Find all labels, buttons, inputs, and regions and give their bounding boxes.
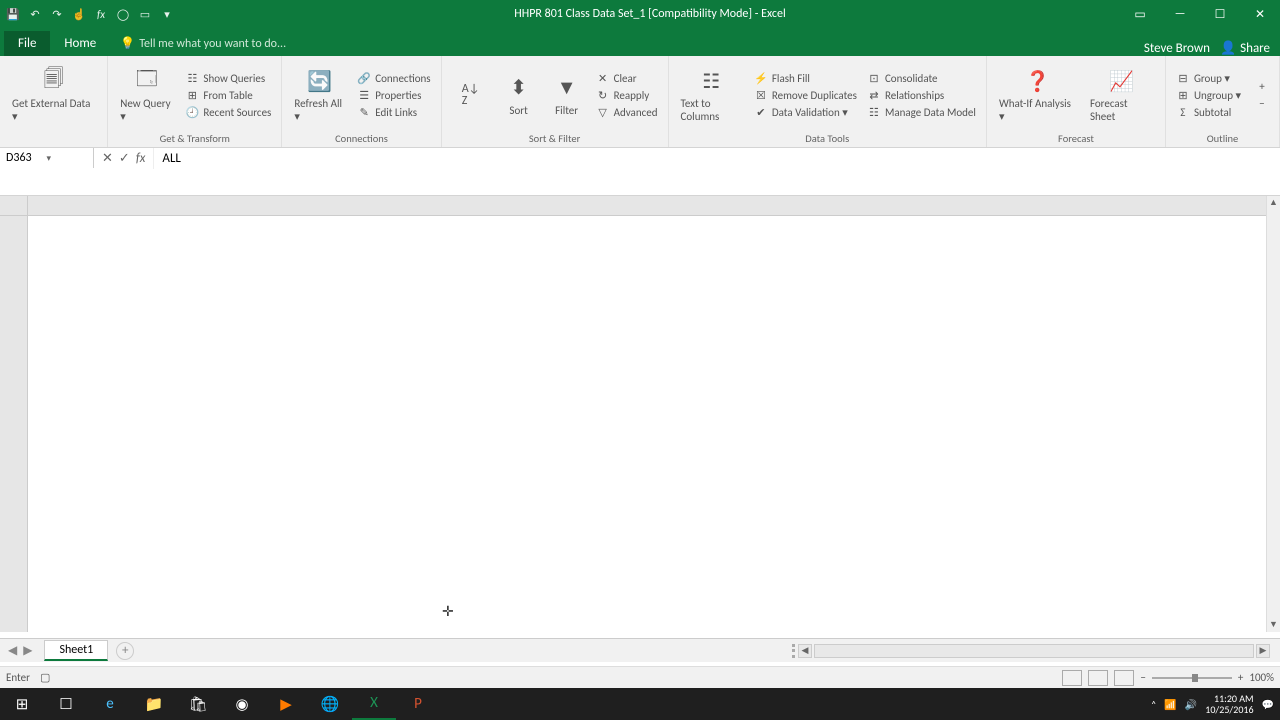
notifications-icon[interactable]: 💬 [1262, 698, 1274, 711]
show-detail-button[interactable]: + [1251, 79, 1273, 95]
mode-indicator: Enter [6, 671, 30, 684]
next-sheet-icon[interactable]: ▶ [23, 643, 32, 658]
manage-data-model-button[interactable]: ☷Manage Data Model [863, 104, 980, 120]
tray-up-icon[interactable]: ˄ [1151, 698, 1156, 711]
task-view-icon[interactable]: ☐ [44, 688, 88, 720]
sheet-tab-sheet1[interactable]: Sheet1 [44, 640, 108, 661]
from-table-button[interactable]: ⊞From Table [181, 87, 275, 103]
cancel-formula-icon[interactable]: ✕ [102, 151, 113, 166]
user-name[interactable]: Steve Brown [1144, 41, 1210, 56]
zoom-level[interactable]: 100% [1249, 671, 1274, 684]
remove-duplicates-button[interactable]: ☒Remove Duplicates [750, 87, 861, 103]
excel-taskbar-icon[interactable]: X [352, 688, 396, 720]
tab-file[interactable]: File [4, 31, 50, 56]
zoom-out-button[interactable]: − [1140, 671, 1145, 684]
group-button[interactable]: ⊟Group ▾ [1172, 70, 1245, 86]
enter-formula-icon[interactable]: ✓ [119, 151, 130, 166]
fx-button-icon[interactable]: fx [136, 151, 146, 166]
normal-view-button[interactable] [1062, 670, 1082, 686]
minimize-icon[interactable]: — [1160, 0, 1200, 28]
text-to-columns-button[interactable]: ☷Text to Columns [675, 65, 748, 125]
properties-button[interactable]: ☰Properties [353, 87, 434, 103]
touch-mode-icon[interactable]: ☝ [72, 7, 86, 21]
ungroup-button[interactable]: ⊞Ungroup ▾ [1172, 87, 1245, 103]
form-icon[interactable]: ▭ [138, 7, 152, 21]
sheet-tabs: ◀▶ Sheet1 + ◀▶ [0, 638, 1280, 662]
share-button[interactable]: 👤 Share [1220, 41, 1270, 56]
select-all-corner[interactable] [0, 196, 28, 216]
redo-icon[interactable]: ↷ [50, 7, 64, 21]
store-icon[interactable]: 🛍 [176, 688, 220, 720]
relationships-button[interactable]: ⇄Relationships [863, 87, 980, 103]
add-sheet-button[interactable]: + [116, 642, 134, 660]
column-headers[interactable] [28, 196, 1266, 216]
data-validation-button[interactable]: ✔Data Validation ▾ [750, 104, 861, 120]
spreadsheet-grid[interactable]: ▲ ▼ [0, 196, 1280, 632]
recent-sources-button[interactable]: 🕘Recent Sources [181, 104, 275, 120]
system-clock[interactable]: 11:20 AM10/25/2016 [1205, 693, 1253, 715]
subtotal-button[interactable]: ΣSubtotal [1172, 104, 1245, 120]
sort-az-button[interactable]: A↓Z [448, 79, 494, 111]
name-box[interactable]: D363▾ [0, 148, 94, 168]
tell-me-search[interactable]: 💡 Tell me what you want to do... [110, 31, 1144, 56]
macro-record-icon[interactable]: ▢ [40, 671, 50, 684]
ribbon-options-icon[interactable]: ▭ [1120, 0, 1160, 28]
reapply-button[interactable]: ↻Reapply [592, 87, 662, 103]
new-query-button[interactable]: 🗔New Query ▾ [114, 65, 179, 125]
save-icon[interactable]: 💾 [6, 7, 20, 21]
file-explorer-icon[interactable]: 📁 [132, 688, 176, 720]
windows-taskbar: ⊞ ☐ e 📁 🛍 ◉ ▶ 🌐 X P ˄ 📶 🔊 11:20 AM10/25/… [0, 688, 1280, 720]
qat-more-icon[interactable]: ▾ [160, 7, 174, 21]
get-external-data-button[interactable]: 🗐Get External Data ▾ [6, 65, 101, 125]
vertical-scrollbar[interactable]: ▲ ▼ [1266, 196, 1280, 632]
window-title: HHPR 801 Class Data Set_1 [Compatibility… [180, 7, 1120, 21]
volume-icon[interactable]: 🔊 [1185, 698, 1197, 711]
globe-icon[interactable]: 🌐 [308, 688, 352, 720]
row-headers[interactable] [0, 216, 28, 632]
media-icon[interactable]: ▶ [264, 688, 308, 720]
share-icon: 👤 [1220, 41, 1236, 56]
start-button[interactable]: ⊞ [0, 688, 44, 720]
quick-access-toolbar: 💾 ↶ ↷ ☝ fx ◯ ▭ ▾ [0, 7, 180, 21]
show-queries-button[interactable]: ☷Show Queries [181, 70, 275, 86]
formula-bar: D363▾ ✕ ✓ fx ALL [0, 148, 1280, 196]
zoom-slider[interactable] [1152, 677, 1232, 679]
maximize-icon[interactable]: ☐ [1200, 0, 1240, 28]
undo-icon[interactable]: ↶ [28, 7, 42, 21]
filter-button[interactable]: ▼Filter [544, 72, 590, 119]
bulb-icon: 💡 [120, 36, 135, 51]
tab-home[interactable]: Home [50, 31, 110, 56]
flash-fill-button[interactable]: ⚡Flash Fill [750, 70, 861, 86]
prev-sheet-icon[interactable]: ◀ [8, 643, 17, 658]
ribbon-tabs: File Home 💡 Tell me what you want to do.… [0, 28, 1280, 56]
edge-icon[interactable]: e [88, 688, 132, 720]
close-icon[interactable]: ✕ [1240, 0, 1280, 28]
page-layout-view-button[interactable] [1088, 670, 1108, 686]
ribbon: 🗐Get External Data ▾ 🗔New Query ▾ ☷Show … [0, 56, 1280, 148]
wifi-icon[interactable]: 📶 [1164, 698, 1176, 711]
refresh-all-button[interactable]: 🔄Refresh All ▾ [288, 65, 351, 125]
connections-button[interactable]: 🔗Connections [353, 70, 434, 86]
status-bar: Enter ▢ − + 100% [0, 666, 1280, 688]
what-if-button[interactable]: ❓What-If Analysis ▾ [993, 65, 1082, 125]
zoom-in-button[interactable]: + [1238, 671, 1243, 684]
page-break-view-button[interactable] [1114, 670, 1134, 686]
chart-icon[interactable]: ◯ [116, 7, 130, 21]
powerpoint-taskbar-icon[interactable]: P [396, 688, 440, 720]
title-bar: 💾 ↶ ↷ ☝ fx ◯ ▭ ▾ HHPR 801 Class Data Set… [0, 0, 1280, 28]
clear-filter-button[interactable]: ✕Clear [592, 70, 662, 86]
scroll-down-icon[interactable]: ▼ [1267, 618, 1280, 632]
formula-input[interactable]: ALL [154, 148, 1280, 169]
fx-icon[interactable]: fx [94, 7, 108, 21]
scroll-up-icon[interactable]: ▲ [1267, 196, 1280, 210]
sort-button[interactable]: ⬍Sort [496, 72, 542, 119]
hide-detail-button[interactable]: − [1251, 96, 1273, 112]
forecast-sheet-button[interactable]: 📈Forecast Sheet [1084, 65, 1159, 125]
edit-links-button[interactable]: ✎Edit Links [353, 104, 434, 120]
horizontal-scrollbar[interactable]: ◀▶ [134, 644, 1280, 658]
consolidate-button[interactable]: ⊡Consolidate [863, 70, 980, 86]
advanced-filter-button[interactable]: ▽Advanced [592, 104, 662, 120]
chrome-icon[interactable]: ◉ [220, 688, 264, 720]
